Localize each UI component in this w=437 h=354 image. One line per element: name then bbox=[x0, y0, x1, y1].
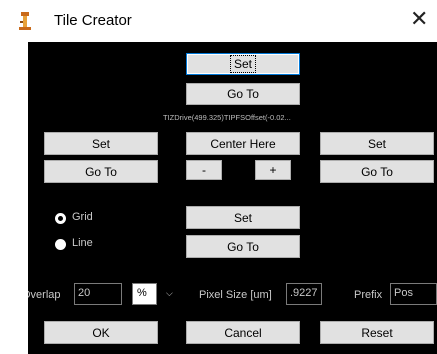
overlap-label: Overlap bbox=[28, 289, 61, 301]
cancel-label: Cancel bbox=[224, 325, 262, 340]
tile-creator-panel: Set Go To TIZDrive(499.325)TIPFSOffset(-… bbox=[28, 42, 437, 354]
center-here-button[interactable]: Center Here bbox=[186, 132, 300, 155]
window-title: Tile Creator bbox=[54, 12, 132, 29]
middle-set-button[interactable]: Set bbox=[186, 206, 300, 229]
right-set-label: Set bbox=[367, 136, 386, 151]
plus-label: + bbox=[269, 163, 277, 177]
ok-label: OK bbox=[92, 325, 110, 340]
middle-set-label: Set bbox=[233, 210, 252, 225]
grid-label: Grid bbox=[72, 211, 93, 223]
prefix-field[interactable]: Pos bbox=[390, 283, 437, 305]
right-goto-button[interactable]: Go To bbox=[320, 160, 434, 183]
left-set-button[interactable]: Set bbox=[44, 132, 158, 155]
left-set-label: Set bbox=[91, 136, 110, 151]
pixel-size-label: Pixel Size [um] bbox=[199, 289, 272, 301]
prefix-label: Prefix bbox=[354, 289, 383, 301]
status-text: TIZDrive(499.325)TIPFSOffset(-0.02... bbox=[163, 113, 291, 122]
overlap-field[interactable]: 20 bbox=[74, 283, 122, 305]
left-goto-button[interactable]: Go To bbox=[44, 160, 158, 183]
reset-button[interactable]: Reset bbox=[320, 321, 434, 344]
overlap-unit-select[interactable]: % bbox=[132, 283, 157, 305]
minus-label: - bbox=[202, 163, 206, 177]
minus-button[interactable]: - bbox=[186, 160, 222, 180]
reset-label: Reset bbox=[361, 325, 393, 340]
middle-goto-button[interactable]: Go To bbox=[186, 235, 300, 258]
top-set-button[interactable]: Set bbox=[186, 53, 300, 75]
pixel-size-field[interactable]: .9227 bbox=[286, 283, 322, 305]
left-goto-label: Go To bbox=[85, 164, 117, 179]
line-radio[interactable] bbox=[55, 239, 66, 250]
top-set-label: Set bbox=[229, 55, 257, 73]
app-icon bbox=[19, 12, 31, 30]
cancel-button[interactable]: Cancel bbox=[186, 321, 300, 344]
plus-button[interactable]: + bbox=[255, 160, 291, 180]
right-goto-label: Go To bbox=[361, 164, 393, 179]
ok-button[interactable]: OK bbox=[44, 321, 158, 344]
grid-radio[interactable] bbox=[55, 213, 66, 224]
close-icon[interactable]: ✕ bbox=[410, 7, 428, 32]
right-set-button[interactable]: Set bbox=[320, 132, 434, 155]
middle-goto-label: Go To bbox=[227, 239, 259, 254]
top-goto-button[interactable]: Go To bbox=[186, 83, 300, 105]
title-bar: Tile Creator ✕ bbox=[0, 0, 437, 42]
chevron-down-icon[interactable]: ⌵ bbox=[166, 289, 173, 299]
top-goto-label: Go To bbox=[227, 87, 259, 101]
line-label: Line bbox=[72, 237, 93, 249]
center-here-label: Center Here bbox=[210, 136, 276, 151]
